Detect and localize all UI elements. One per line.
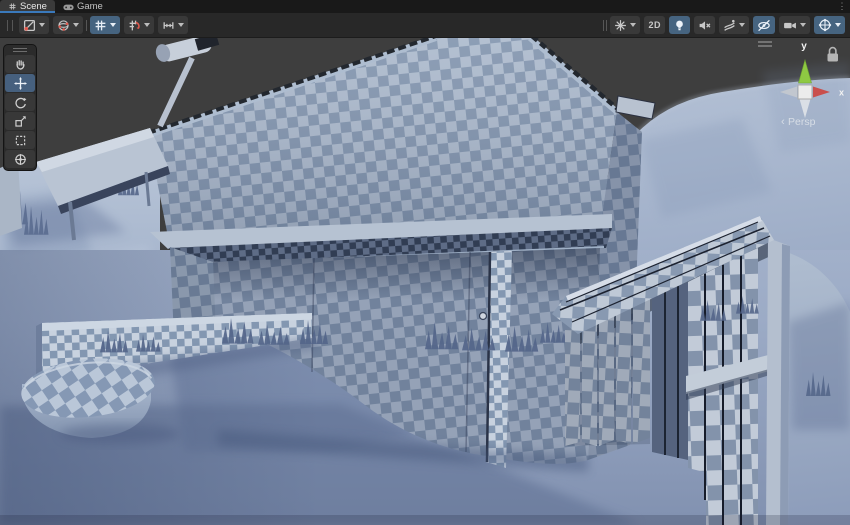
rect-tool-icon	[14, 134, 27, 147]
fx-options-button[interactable]	[719, 16, 749, 34]
transform-icon	[14, 153, 27, 166]
rotate-icon	[14, 96, 27, 109]
2d-label: 2D	[648, 20, 661, 30]
2d-toggle-button[interactable]: 2D	[644, 16, 665, 34]
camera-icon	[783, 19, 797, 32]
tool-scale[interactable]	[5, 112, 35, 130]
grid-icon	[94, 19, 107, 32]
star-icon	[614, 19, 627, 32]
door-knob[interactable]	[480, 313, 487, 320]
tools-overlay	[3, 44, 37, 171]
tab-scene-label: Scene	[20, 1, 47, 12]
gizmo-drag-handle[interactable]	[758, 42, 772, 46]
tool-rotate[interactable]	[5, 93, 35, 111]
tab-game[interactable]: Game	[55, 0, 111, 13]
tab-scene[interactable]: Scene	[0, 0, 55, 13]
lighting-button[interactable]	[669, 16, 690, 34]
snap-move-button[interactable]	[158, 16, 188, 34]
persp-arrow-icon: ‹	[781, 116, 785, 128]
gizmo-neg-x-axis[interactable]	[780, 87, 797, 98]
lightbulb-icon	[673, 19, 686, 32]
persp-label: Persp	[788, 116, 816, 128]
axis-y-label: y	[801, 41, 807, 52]
kebab-icon: ⋮	[838, 1, 847, 12]
globe-icon	[57, 19, 70, 32]
audio-muted-icon	[698, 19, 711, 32]
toolbar-drag-handle[interactable]	[6, 20, 14, 31]
audio-button[interactable]	[694, 16, 715, 34]
tab-game-label: Game	[77, 1, 103, 12]
draw-mode-icon	[23, 19, 36, 32]
grid-icon	[8, 2, 17, 11]
orbit-icon	[818, 18, 832, 32]
hand-icon	[14, 58, 27, 71]
gizmo-center-cube[interactable]	[798, 85, 812, 99]
gizmo-x-axis[interactable]	[813, 87, 830, 98]
tool-move[interactable]	[5, 74, 35, 92]
snap-increment-button[interactable]	[124, 16, 154, 34]
projection-label[interactable]: ‹ Persp	[781, 116, 816, 128]
draw-mode-button[interactable]	[19, 16, 49, 34]
unity-scene-view-window: Scene Game ⋮	[0, 0, 850, 525]
tools-drag-handle[interactable]	[4, 45, 36, 54]
snap-grid-icon	[128, 19, 141, 32]
effects-button[interactable]	[610, 16, 640, 34]
tab-bar: Scene Game ⋮	[0, 0, 850, 13]
camera-button[interactable]	[779, 16, 810, 34]
gizmo-y-axis[interactable]	[799, 60, 812, 83]
snap-move-icon	[162, 19, 175, 32]
scene-viewport[interactable]	[0, 0, 850, 525]
scene-toolbar: 2D	[0, 13, 850, 38]
window-menu-button[interactable]: ⋮	[834, 0, 850, 13]
gizmos-button[interactable]	[814, 16, 845, 34]
scene-visualization-button[interactable]	[53, 16, 83, 34]
gamepad-icon	[63, 3, 74, 11]
axis-x-label: x	[839, 88, 844, 98]
move-icon	[14, 77, 27, 90]
toolbar-right-group: 2D	[602, 16, 847, 34]
tool-transform[interactable]	[5, 150, 35, 168]
eye-slash-icon	[757, 19, 771, 32]
tool-rect[interactable]	[5, 131, 35, 149]
scale-icon	[14, 115, 27, 128]
orientation-gizmo[interactable]: y x ‹ Persp	[755, 38, 850, 138]
scene-visibility-button[interactable]	[753, 16, 775, 34]
fx-icon	[723, 19, 736, 32]
tool-view-hand[interactable]	[5, 55, 35, 73]
lock-icon[interactable]	[828, 48, 839, 62]
grid-visibility-button[interactable]	[90, 16, 120, 34]
